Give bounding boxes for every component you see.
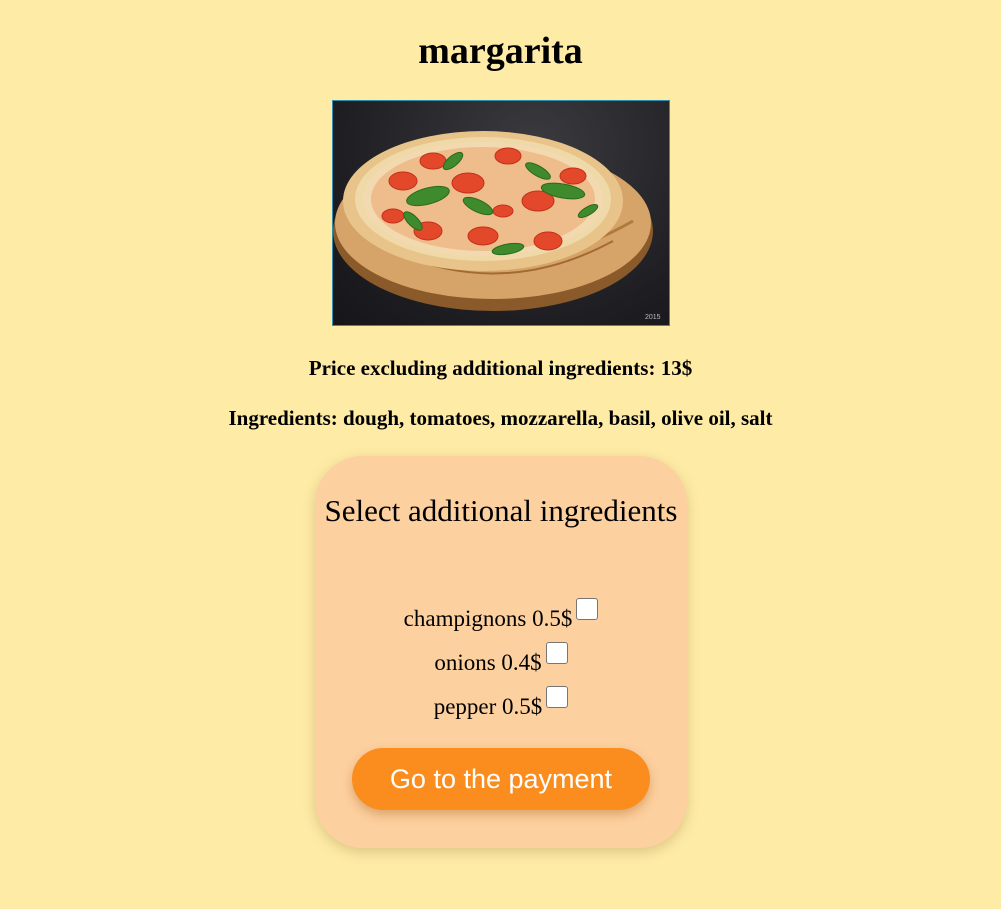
price-text: Price excluding additional ingredients: …: [308, 356, 693, 380]
photo-watermark: 2015: [645, 314, 661, 321]
ingredients-text: Ingredients: dough, tomatoes, mozzarella…: [228, 406, 773, 430]
extra-option-champignons: champignons 0.5$: [315, 598, 687, 633]
onions-checkbox[interactable]: [545, 642, 568, 664]
go-to-payment-button[interactable]: Go to the payment: [352, 748, 650, 810]
pizza-image: 2015: [332, 100, 670, 326]
pizza-title: margarita: [418, 30, 583, 72]
extras-heading: Select additional ingredients: [324, 493, 678, 528]
extras-card: Select additional ingredients champignon…: [315, 456, 687, 848]
extra-option-label: champignons 0.5$: [403, 606, 573, 631]
champignons-checkbox[interactable]: [576, 598, 599, 620]
extra-option-label: onions 0.4$: [434, 650, 542, 675]
extra-option-label: pepper 0.5$: [433, 694, 543, 719]
extra-option-onions: onions 0.4$: [315, 642, 687, 677]
pepper-checkbox[interactable]: [546, 686, 569, 708]
extra-option-pepper: pepper 0.5$: [315, 686, 687, 721]
